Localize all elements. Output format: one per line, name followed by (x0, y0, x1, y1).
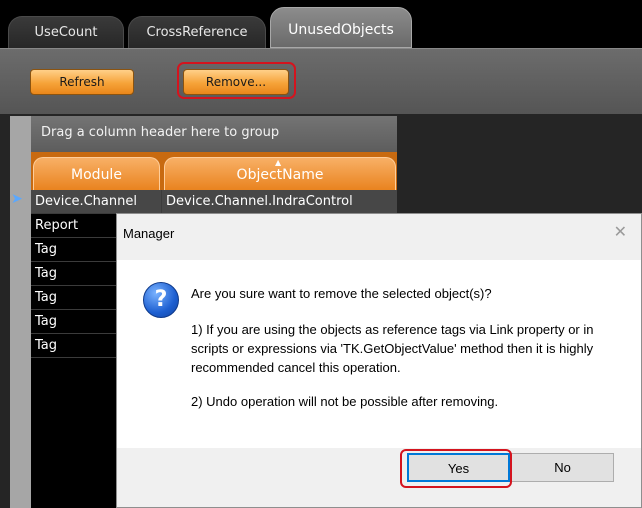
dialog-message-undo: 2) Undo operation will not be possible a… (191, 394, 499, 409)
column-header-row: Module ▲ ObjectName (31, 152, 397, 190)
dialog-title: Manager (123, 226, 175, 241)
no-button[interactable]: No (511, 453, 614, 482)
dialog-body: ? Are you sure want to remove the select… (117, 260, 641, 448)
tab-bar: UseCount CrossReference UnusedObjects (0, 0, 642, 48)
highlight-remove (177, 62, 296, 99)
cell-objectname: Device.Channel.IndraControl (162, 190, 397, 214)
question-icon: ? (143, 282, 179, 318)
column-header-objectname[interactable]: ▲ ObjectName (164, 157, 396, 190)
table-row[interactable]: Device.Channel Device.Channel.IndraContr… (31, 190, 397, 214)
dialog-message-warning: 1) If you are using the objects as refer… (191, 322, 594, 375)
row-selector-column (10, 116, 31, 508)
close-icon[interactable]: ✕ (614, 224, 627, 240)
dialog-message-question: Are you sure want to remove the selected… (191, 286, 492, 301)
group-panel[interactable]: Drag a column header here to group (31, 116, 397, 152)
current-row-arrow-icon: ➤ (11, 191, 23, 207)
column-header-objectname-label: ObjectName (236, 167, 324, 183)
tab-crossreference[interactable]: CrossReference (128, 16, 266, 48)
sort-ascending-icon: ▲ (275, 158, 282, 167)
confirm-dialog: Manager ✕ ? Are you sure want to remove … (116, 213, 642, 508)
column-header-module[interactable]: Module (33, 157, 160, 190)
toolbar: Refresh Remove... (0, 48, 642, 114)
tab-unusedobjects[interactable]: UnusedObjects (270, 7, 412, 48)
tab-usecount[interactable]: UseCount (8, 16, 124, 48)
refresh-button[interactable]: Refresh (30, 69, 134, 95)
cell-module: Device.Channel (31, 190, 162, 214)
highlight-yes (400, 449, 512, 488)
